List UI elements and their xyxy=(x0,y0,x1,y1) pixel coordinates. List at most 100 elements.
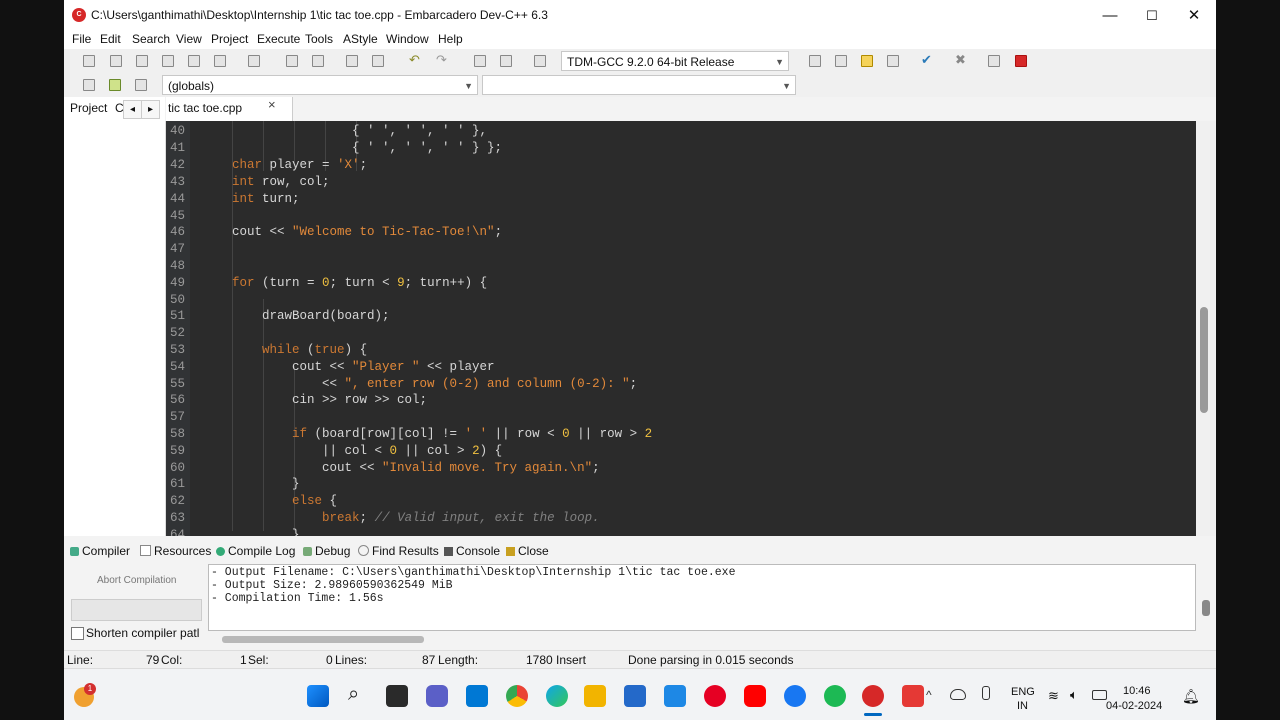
close-all-icon[interactable] xyxy=(214,55,226,67)
devcpp-taskbar-icon[interactable] xyxy=(862,685,884,707)
volume-icon[interactable]: 🔈︎ xyxy=(1070,687,1078,703)
file-tab-label: tic tac toe.cpp xyxy=(168,101,243,115)
log-line-1: - Output Filename: C:\Users\ganthimathi\… xyxy=(211,566,736,579)
menu-tools[interactable]: Tools xyxy=(305,32,333,46)
indent-icon[interactable] xyxy=(346,55,358,67)
tab-compile-log[interactable]: Compile Log xyxy=(216,544,295,558)
wifi-icon[interactable]: ≋ xyxy=(1048,688,1059,704)
tab-debug-label: Debug xyxy=(315,544,351,558)
tab-file-tic-tac-toe[interactable]: tic tac toe.cpp × xyxy=(166,97,293,121)
teams-chat-icon[interactable] xyxy=(426,685,448,707)
tab-scroll-left-button[interactable]: ◂ xyxy=(123,100,142,119)
goto-forward-icon[interactable] xyxy=(500,55,512,67)
spotify-icon[interactable] xyxy=(824,685,846,707)
language-indicator-top[interactable]: ENG xyxy=(1011,686,1035,698)
undo-icon[interactable]: ↶ xyxy=(409,52,420,68)
find-icon[interactable] xyxy=(286,55,298,67)
menu-help[interactable]: Help xyxy=(438,32,463,46)
save-all-icon[interactable] xyxy=(162,55,174,67)
goto-back-icon[interactable] xyxy=(474,55,486,67)
function-select[interactable]: ▼ xyxy=(482,75,796,95)
open-file-icon[interactable] xyxy=(110,55,122,67)
status-insert-mode: Insert xyxy=(556,653,587,667)
chevron-up-icon[interactable]: ^ xyxy=(926,688,932,702)
editor-scroll-thumb[interactable] xyxy=(1200,307,1208,413)
onedrive-icon[interactable] xyxy=(950,689,966,700)
menu-project[interactable]: Project xyxy=(211,32,248,46)
print-icon[interactable] xyxy=(248,55,260,67)
debug-icon[interactable] xyxy=(1015,55,1027,67)
rebuild-icon[interactable] xyxy=(887,55,899,67)
abort-compilation-button[interactable]: Abort Compilation xyxy=(97,575,176,586)
line-number: 50 xyxy=(169,293,185,307)
stop-execution-icon[interactable]: ✖ xyxy=(955,52,966,68)
unindent-icon[interactable] xyxy=(372,55,384,67)
pinterest-icon[interactable] xyxy=(704,685,726,707)
code-editor[interactable]: 40 41 42 43 44 45 46 47 48 49 50 51 52 53 54 55 56 57 58 59… xyxy=(166,121,1196,536)
insert-icon[interactable] xyxy=(83,79,95,91)
line-number: 63 xyxy=(169,511,185,525)
tab-close[interactable]: Close xyxy=(506,544,549,558)
task-view-icon[interactable] xyxy=(386,685,408,707)
save-icon[interactable] xyxy=(136,55,148,67)
todo-icon[interactable] xyxy=(664,685,686,707)
menu-window[interactable]: Window xyxy=(386,32,429,46)
line-number: 56 xyxy=(169,393,185,407)
edge-icon[interactable] xyxy=(546,685,568,707)
check-syntax-icon[interactable]: ✔ xyxy=(921,52,932,68)
menu-view[interactable]: View xyxy=(176,32,202,46)
tab-project[interactable]: Project xyxy=(70,101,107,115)
tab-find-results[interactable]: Find Results xyxy=(358,544,439,558)
line-number: 51 xyxy=(169,309,185,323)
redo-icon[interactable]: ↷ xyxy=(436,52,447,68)
microsoft-store-icon[interactable] xyxy=(624,685,646,707)
menu-edit[interactable]: Edit xyxy=(100,32,121,46)
replace-icon[interactable] xyxy=(312,55,324,67)
compiler-select[interactable]: TDM-GCC 9.2.0 64-bit Release ▼ xyxy=(561,51,789,71)
profile-icon[interactable] xyxy=(988,55,1000,67)
start-icon[interactable] xyxy=(307,685,329,707)
compile-log-output[interactable]: - Output Filename: C:\Users\ganthimathi\… xyxy=(208,564,1196,631)
youtube-icon[interactable] xyxy=(744,685,766,707)
menu-search[interactable]: Search xyxy=(132,32,170,46)
compile-run-icon[interactable] xyxy=(861,55,873,67)
facebook-icon[interactable] xyxy=(784,685,806,707)
line-number: 48 xyxy=(169,259,185,273)
maximize-button[interactable]: ☐ xyxy=(1130,0,1174,31)
battery-icon[interactable] xyxy=(1092,690,1107,700)
screen-edge-right xyxy=(1216,0,1280,720)
language-indicator-bottom[interactable]: IN xyxy=(1017,700,1028,712)
menu-file[interactable]: File xyxy=(72,32,91,46)
scope-select[interactable]: (globals) ▼ xyxy=(162,75,478,95)
new-file-icon[interactable] xyxy=(83,55,95,67)
microphone-icon[interactable] xyxy=(982,686,990,700)
tab-resources[interactable]: Resources xyxy=(140,544,211,558)
file-explorer-icon[interactable] xyxy=(584,685,606,707)
log-horizontal-scroll-thumb[interactable] xyxy=(222,636,424,643)
run-icon[interactable] xyxy=(835,55,847,67)
file-tab-close-icon[interactable]: × xyxy=(268,97,276,112)
tab-scroll-right-button[interactable]: ▸ xyxy=(141,100,160,119)
clock-date[interactable]: 04-02-2024 xyxy=(1106,700,1162,712)
clock-time[interactable]: 10:46 xyxy=(1123,685,1151,697)
notifications-bell-icon[interactable]: 🔔︎ xyxy=(1182,688,1200,705)
chrome-icon[interactable] xyxy=(506,685,528,707)
goto-bookmark-icon[interactable] xyxy=(135,79,147,91)
search-icon[interactable]: ⌕ xyxy=(348,683,359,706)
close-file-icon[interactable] xyxy=(188,55,200,67)
tab-debug[interactable]: Debug xyxy=(303,544,350,558)
compile-icon[interactable] xyxy=(809,55,821,67)
menu-execute[interactable]: Execute xyxy=(257,32,300,46)
close-button[interactable]: ✕ xyxy=(1172,0,1216,31)
tab-compiler[interactable]: Compiler xyxy=(70,544,130,558)
minimize-button[interactable]: — xyxy=(1088,0,1132,31)
vscode-icon[interactable] xyxy=(466,685,488,707)
bookmark-icon[interactable] xyxy=(534,55,546,67)
toggle-bookmark-icon[interactable] xyxy=(109,79,121,91)
camera-recorder-icon[interactable] xyxy=(902,685,924,707)
tab-find-results-label: Find Results xyxy=(372,544,439,558)
menu-astyle[interactable]: AStyle xyxy=(343,32,378,46)
shorten-path-checkbox[interactable] xyxy=(71,627,84,640)
tab-console[interactable]: Console xyxy=(444,544,500,558)
log-vertical-scroll-thumb[interactable] xyxy=(1202,600,1210,616)
